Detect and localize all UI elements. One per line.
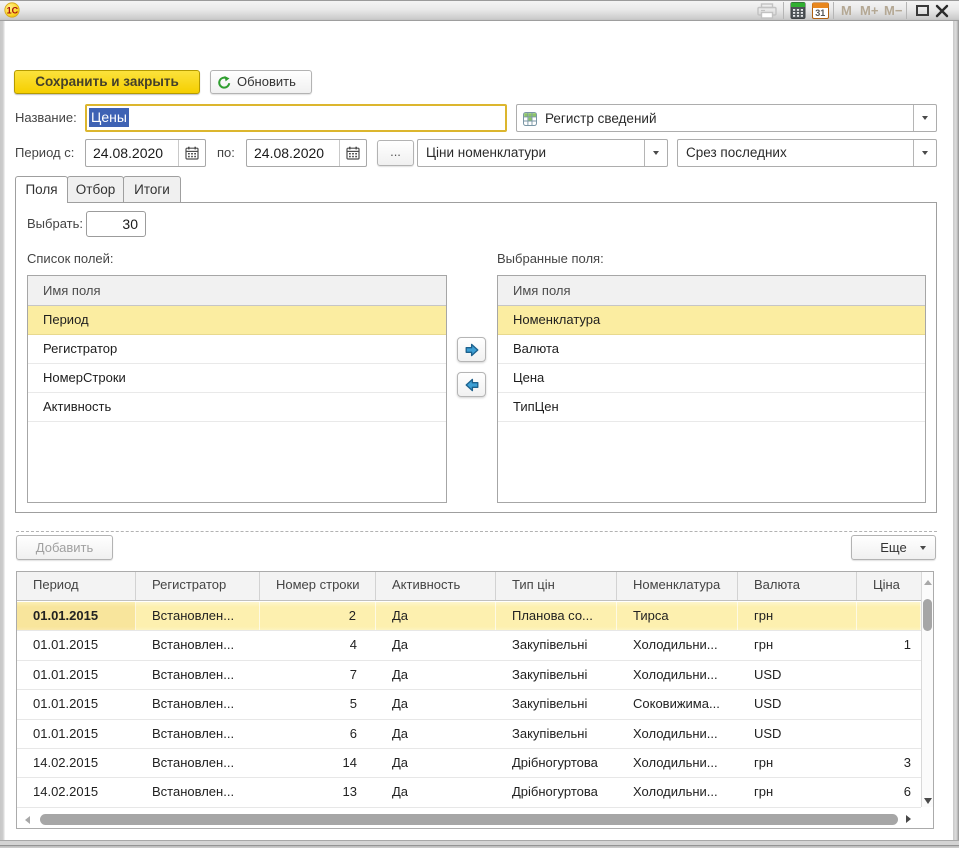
svg-text:1С: 1С — [7, 6, 19, 16]
svg-text:31: 31 — [815, 8, 825, 18]
